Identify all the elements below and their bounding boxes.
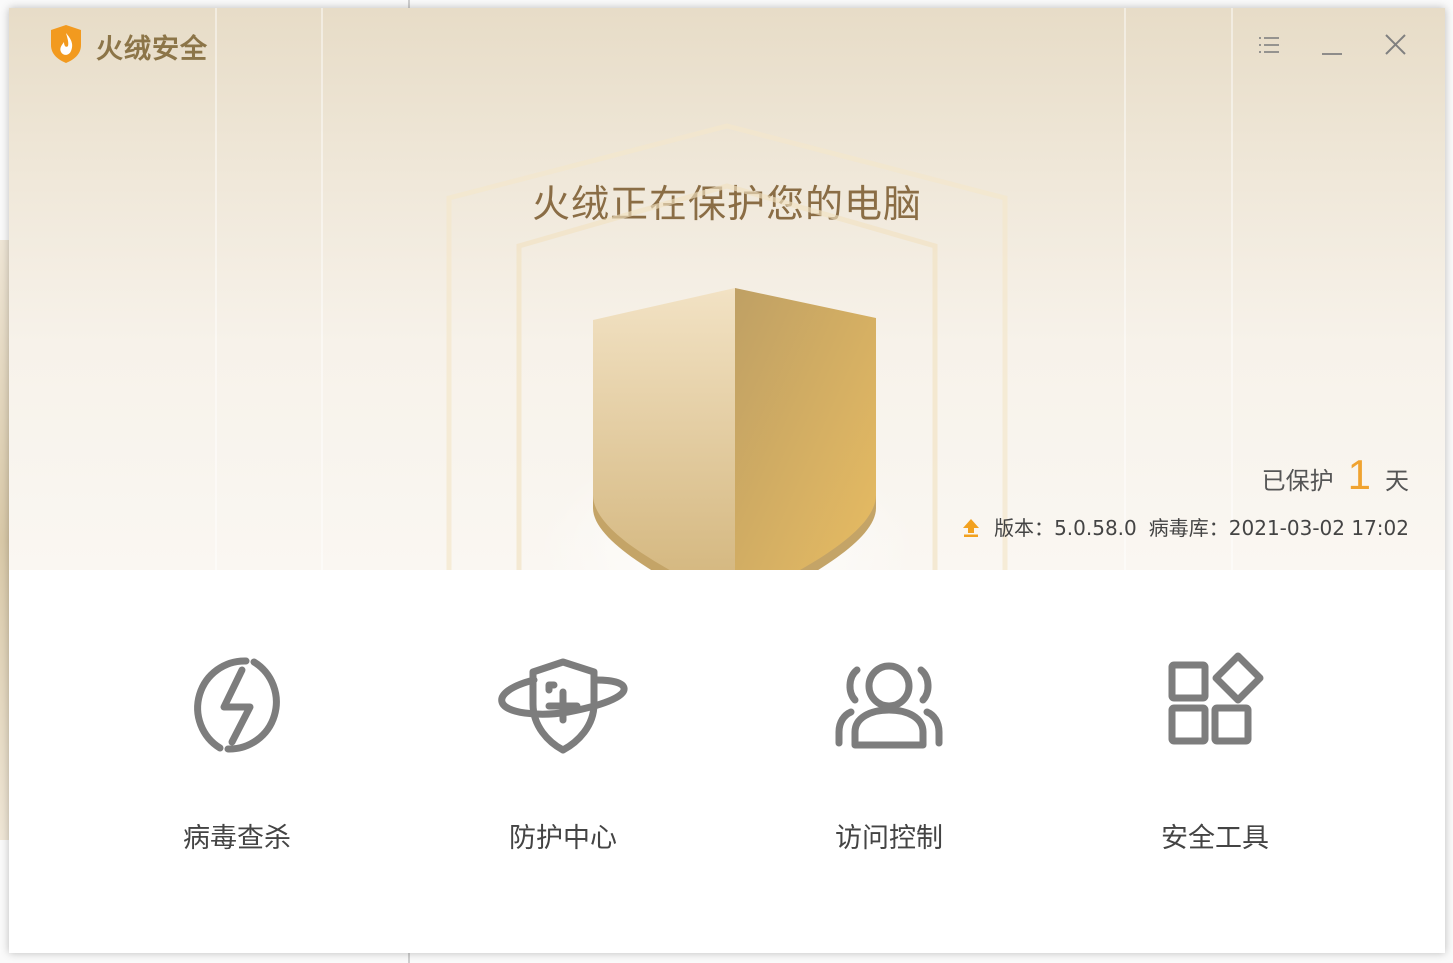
users-icon	[835, 662, 943, 749]
feature-label: 安全工具	[1161, 823, 1269, 854]
decorative-line	[321, 8, 323, 570]
minimize-button[interactable]	[1315, 30, 1349, 60]
minimize-icon	[1322, 53, 1342, 55]
background-divider	[408, 953, 410, 963]
decorative-line	[1231, 8, 1233, 570]
feature-label: 防护中心	[509, 823, 617, 854]
app-title: 火绒安全	[96, 34, 208, 65]
menu-icon	[1259, 37, 1279, 53]
close-icon	[1385, 34, 1406, 55]
update-arrow-icon[interactable]	[960, 516, 982, 538]
version-info: 版本：5.0.58.0 病毒库：2021-03-02 17:02	[960, 512, 1409, 541]
feature-label: 访问控制	[835, 823, 943, 854]
feature-label: 病毒查杀	[183, 823, 291, 854]
feature-virus-scan[interactable]: 病毒查杀	[117, 650, 357, 855]
protected-prefix: 已保护	[1261, 467, 1334, 495]
decorative-line	[215, 8, 217, 570]
title-bar[interactable]: 火绒安全	[9, 8, 1445, 80]
huorong-logo-icon	[51, 25, 81, 63]
shield-plus-orbit-icon	[498, 658, 628, 754]
lightning-circle-icon	[194, 657, 280, 753]
grid-tools-icon	[1168, 652, 1264, 745]
menu-button[interactable]	[1253, 30, 1287, 60]
feature-access-control[interactable]: 访问控制	[769, 650, 1009, 855]
virus-db-text: 病毒库：2021-03-02 17:02	[1148, 516, 1409, 540]
background-window-edge	[0, 240, 9, 840]
protected-days-counter: 已保护 1 天	[1262, 451, 1409, 499]
decorative-line	[1124, 8, 1126, 570]
version-text: 版本：5.0.58.0	[994, 516, 1137, 540]
app-window: 火绒安全 火绒正在保护您的电脑 已保护 1 天 版本：5.0.58.0 病毒库：…	[9, 8, 1445, 953]
feature-security-tools[interactable]: 安全工具	[1095, 650, 1335, 855]
close-button[interactable]	[1379, 30, 1413, 60]
feature-panel: 病毒查杀 防护中心 访问控制 安全工具	[9, 570, 1445, 953]
protected-days-value: 1	[1347, 451, 1371, 498]
feature-protection-center[interactable]: 防护中心	[443, 650, 683, 855]
protected-suffix: 天	[1385, 467, 1409, 495]
